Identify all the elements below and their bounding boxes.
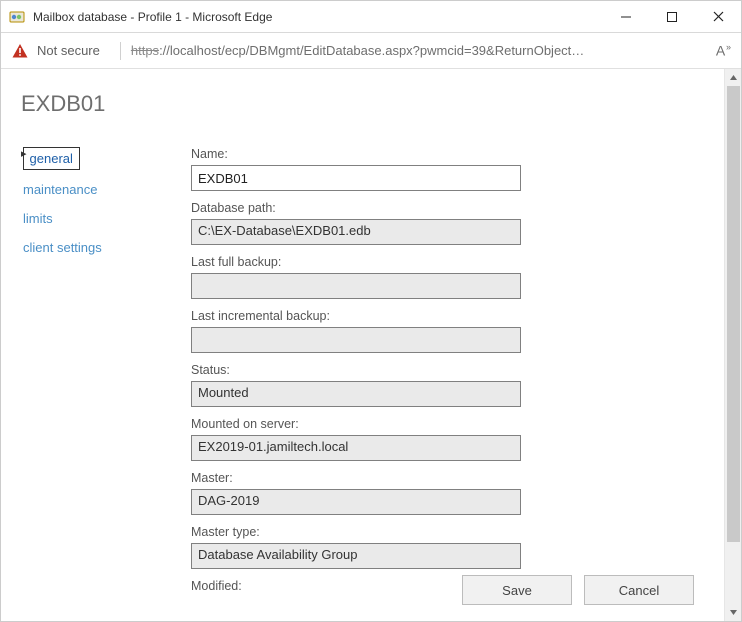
window-titlebar: Mailbox database - Profile 1 - Microsoft…	[1, 1, 741, 33]
cancel-button[interactable]: Cancel	[584, 575, 694, 605]
form-panel: Name: Database path: C:\EX-Database\EXDB…	[191, 143, 551, 597]
label-master-type: Master type:	[191, 525, 551, 539]
label-last-full-backup: Last full backup:	[191, 255, 551, 269]
nav-item-general[interactable]: general	[23, 147, 80, 170]
scroll-down-arrow-icon[interactable]	[725, 604, 742, 621]
value-master: DAG-2019	[191, 489, 521, 515]
vertical-scrollbar[interactable]	[724, 69, 741, 621]
nav-item-client-settings[interactable]: client settings	[21, 236, 191, 259]
app-icon	[9, 9, 25, 25]
content-pane: EXDB01 ▸general maintenance limits clien…	[1, 69, 724, 621]
address-bar: Not secure https://localhost/ecp/DBMgmt/…	[1, 33, 741, 69]
window-title: Mailbox database - Profile 1 - Microsoft…	[33, 10, 272, 24]
page-title: EXDB01	[21, 91, 704, 117]
save-button[interactable]: Save	[462, 575, 572, 605]
footer-buttons: Save Cancel	[462, 575, 694, 605]
read-aloud-icon[interactable]: A »	[716, 42, 731, 59]
url-scheme: https	[131, 43, 159, 58]
url-path: ://localhost/ecp/DBMgmt/EditDatabase.asp…	[159, 43, 589, 58]
window-close-button[interactable]	[695, 1, 741, 33]
value-last-full-backup	[191, 273, 521, 299]
window-minimize-button[interactable]	[603, 1, 649, 33]
value-master-type: Database Availability Group	[191, 543, 521, 569]
not-secure-label: Not secure	[37, 43, 100, 58]
value-status: Mounted	[191, 381, 521, 407]
not-secure-warning-icon	[11, 42, 29, 60]
nav-item-maintenance[interactable]: maintenance	[21, 178, 191, 201]
nav-item-limits[interactable]: limits	[21, 207, 191, 230]
scroll-thumb[interactable]	[727, 86, 740, 542]
label-last-incremental-backup: Last incremental backup:	[191, 309, 551, 323]
value-database-path: C:\EX-Database\EXDB01.edb	[191, 219, 521, 245]
separator	[120, 42, 121, 60]
label-mounted-on-server: Mounted on server:	[191, 417, 551, 431]
side-nav: ▸general maintenance limits client setti…	[21, 143, 191, 259]
label-master: Master:	[191, 471, 551, 485]
scroll-track[interactable]	[725, 86, 742, 604]
label-database-path: Database path:	[191, 201, 551, 215]
value-mounted-on-server: EX2019-01.jamiltech.local	[191, 435, 521, 461]
value-last-incremental-backup	[191, 327, 521, 353]
url-text[interactable]: https://localhost/ecp/DBMgmt/EditDatabas…	[131, 43, 589, 58]
label-name: Name:	[191, 147, 551, 161]
window-maximize-button[interactable]	[649, 1, 695, 33]
scroll-up-arrow-icon[interactable]	[725, 69, 742, 86]
input-name[interactable]	[191, 165, 521, 191]
label-status: Status:	[191, 363, 551, 377]
